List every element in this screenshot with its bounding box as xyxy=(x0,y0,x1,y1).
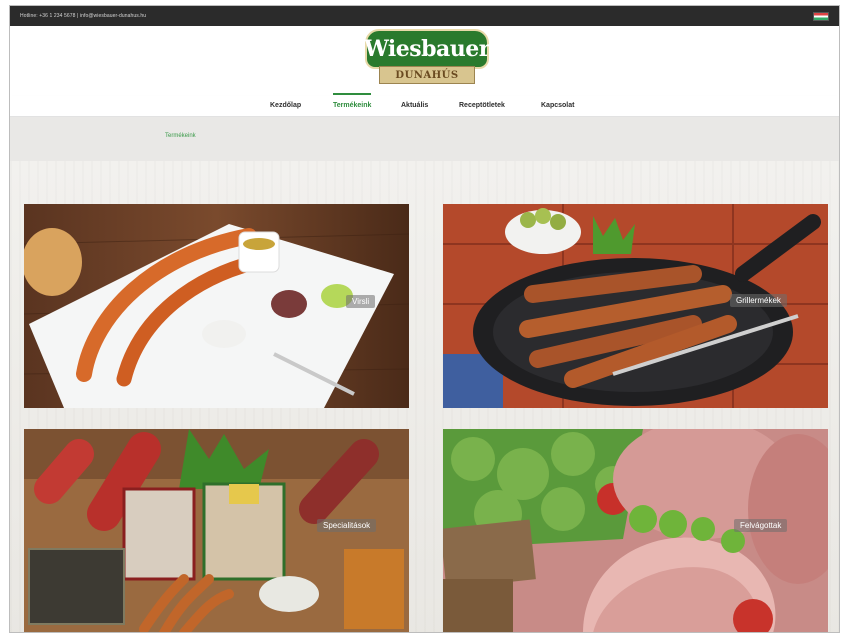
nav-item-aktualis[interactable]: Aktuális xyxy=(401,96,428,116)
product-grid: Virsli Grillermékek Specialitások Felvág… xyxy=(10,161,839,632)
nav-item-receptotletek[interactable]: Receptötletek xyxy=(459,96,505,116)
nav-item-kapcsolat[interactable]: Kapcsolat xyxy=(541,96,574,116)
product-tile-grillermekek[interactable]: Grillermékek xyxy=(443,204,828,408)
browser-frame: Hotline: +36 1 234 5678 | info@wiesbauer… xyxy=(9,5,840,633)
site-header: Wiesbauer DUNAHÚS xyxy=(10,26,839,96)
tile-label: Grillermékek xyxy=(730,294,787,307)
logo-sub-text: DUNAHÚS xyxy=(395,69,459,81)
breadcrumb-bar: Termékeink xyxy=(10,117,839,161)
logo-brand-text: Wiesbauer xyxy=(364,36,490,62)
contact-info: Hotline: +36 1 234 5678 | info@wiesbauer… xyxy=(20,13,147,19)
main-nav: Kezdőlap Termékeink Aktuális Receptötlet… xyxy=(10,93,839,117)
product-tile-felvagottak[interactable]: Felvágottak xyxy=(443,429,828,632)
brand-logo[interactable]: Wiesbauer DUNAHÚS xyxy=(364,29,490,89)
logo-ribbon: DUNAHÚS xyxy=(379,66,475,84)
tile-label: Felvágottak xyxy=(734,519,788,532)
product-tile-virsli[interactable]: Virsli xyxy=(24,204,409,408)
logo-badge: Wiesbauer xyxy=(364,29,490,69)
breadcrumb[interactable]: Termékeink xyxy=(165,133,196,139)
tile-label: Specialitások xyxy=(317,519,377,532)
top-bar: Hotline: +36 1 234 5678 | info@wiesbauer… xyxy=(10,6,839,26)
hu-flag-icon[interactable] xyxy=(813,12,829,21)
nav-item-kezdolap[interactable]: Kezdőlap xyxy=(270,96,301,116)
nav-item-termekeink[interactable]: Termékeink xyxy=(333,93,372,116)
product-tile-specialitasok[interactable]: Specialitások xyxy=(24,429,409,632)
tile-label: Virsli xyxy=(346,295,376,308)
